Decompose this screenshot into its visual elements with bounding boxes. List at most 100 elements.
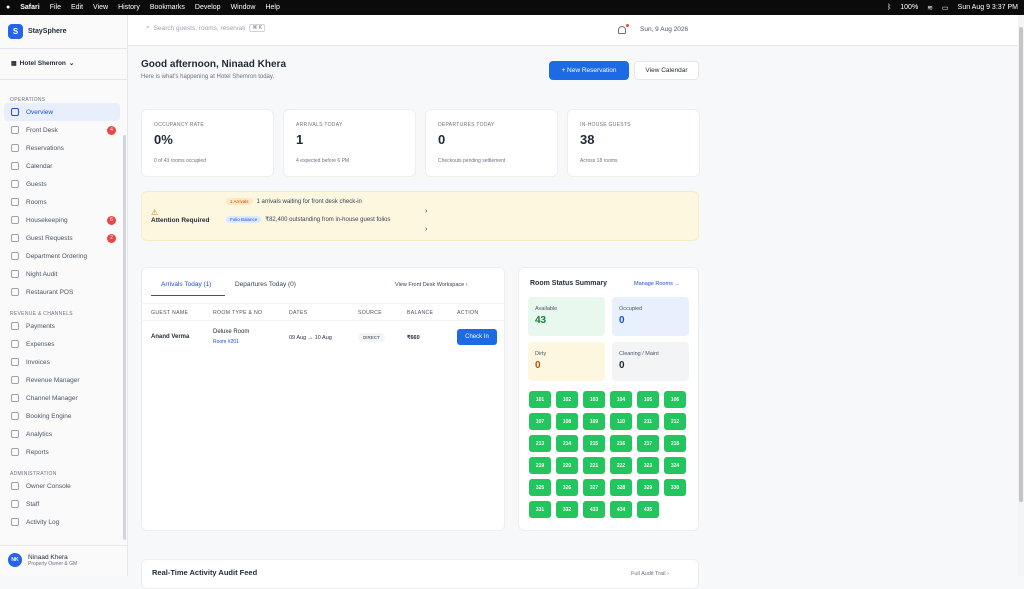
room-tile[interactable]: 217 bbox=[637, 435, 659, 452]
room-tile[interactable]: 332 bbox=[556, 501, 578, 518]
sidebar-item-guest-requests[interactable]: Guest Requests 2 bbox=[0, 229, 124, 247]
stat-value: 0% bbox=[154, 132, 173, 147]
search-input[interactable]: ⌕ Search guests, rooms, reservati ⌘ K bbox=[146, 24, 266, 32]
col-source: SOURCE bbox=[358, 310, 382, 316]
status-dirty[interactable]: Dirty 0 bbox=[528, 342, 605, 381]
sidebar-item-reports[interactable]: Reports bbox=[0, 443, 124, 461]
sidebar-item-owner-console[interactable]: Owner Console bbox=[0, 477, 124, 495]
sidebar-item-expenses[interactable]: Expenses bbox=[0, 335, 124, 353]
tab-arrivals[interactable]: Arrivals Today (1) bbox=[161, 281, 211, 288]
menu-develop[interactable]: Develop bbox=[195, 4, 221, 11]
sidebar-item-activity-log[interactable]: Activity Log bbox=[0, 513, 124, 531]
room-tile[interactable]: 101 bbox=[529, 391, 551, 408]
alert-arrivals[interactable]: 1 Arrivals 1 arrivals waiting for front d… bbox=[226, 198, 362, 205]
room-tile[interactable]: 327 bbox=[583, 479, 605, 496]
menu-view[interactable]: View bbox=[93, 4, 108, 11]
menu-bookmarks[interactable]: Bookmarks bbox=[150, 4, 185, 11]
status-available[interactable]: Available 43 bbox=[528, 297, 605, 336]
brand[interactable]: S StaySphere bbox=[8, 24, 67, 39]
room-tile[interactable]: 219 bbox=[529, 457, 551, 474]
sidebar-item-booking-engine[interactable]: Booking Engine bbox=[0, 407, 124, 425]
wifi-icon[interactable]: ≋ bbox=[927, 4, 933, 12]
apple-icon[interactable]: ● bbox=[6, 4, 10, 11]
menu-history[interactable]: History bbox=[118, 4, 140, 11]
sidebar-item-housekeeping[interactable]: Housekeeping 6 bbox=[0, 211, 124, 229]
sidebar-scrollbar[interactable] bbox=[123, 135, 126, 540]
sidebar-item-rooms[interactable]: Rooms bbox=[0, 193, 124, 211]
room-tile[interactable]: 110 bbox=[610, 413, 632, 430]
menubar-clock[interactable]: Sun Aug 9 3:37 PM bbox=[958, 4, 1018, 11]
battery-label[interactable]: 100% bbox=[900, 4, 918, 11]
sidebar-item-overview[interactable]: Overview bbox=[4, 103, 120, 121]
control-center-icon[interactable]: ▭ bbox=[942, 4, 949, 12]
sidebar-item-payments[interactable]: Payments bbox=[0, 317, 124, 335]
room-tile[interactable]: 214 bbox=[556, 435, 578, 452]
room-tile[interactable]: 331 bbox=[529, 501, 551, 518]
room-tile[interactable]: 328 bbox=[610, 479, 632, 496]
chevron-right-icon[interactable]: › bbox=[425, 208, 427, 215]
room-tile[interactable]: 221 bbox=[583, 457, 605, 474]
room-tile[interactable]: 329 bbox=[637, 479, 659, 496]
sidebar-item-restaurant-pos[interactable]: Restaurant POS bbox=[0, 283, 124, 301]
room-tile[interactable]: 109 bbox=[583, 413, 605, 430]
room-tile[interactable]: 211 bbox=[637, 413, 659, 430]
room-tile[interactable]: 105 bbox=[637, 391, 659, 408]
room-tile[interactable]: 326 bbox=[556, 479, 578, 496]
status-cleaning[interactable]: Cleaning / Maint 0 bbox=[612, 342, 689, 381]
sidebar-item-staff[interactable]: Staff bbox=[0, 495, 124, 513]
room-tile[interactable]: 102 bbox=[556, 391, 578, 408]
sidebar-item-guests[interactable]: Guests bbox=[0, 175, 124, 193]
room-tile[interactable]: 220 bbox=[556, 457, 578, 474]
new-reservation-button[interactable]: + New Reservation bbox=[549, 61, 629, 80]
room-tile[interactable]: 104 bbox=[610, 391, 632, 408]
sidebar-item-night-audit[interactable]: Night Audit bbox=[0, 265, 124, 283]
view-calendar-button[interactable]: View Calendar bbox=[634, 61, 699, 80]
menu-app[interactable]: Safari bbox=[20, 4, 39, 11]
menu-edit[interactable]: Edit bbox=[71, 4, 83, 11]
guest-name[interactable]: Anand Verma bbox=[151, 334, 189, 340]
bell-icon[interactable] bbox=[618, 26, 626, 34]
room-tile[interactable]: 323 bbox=[637, 457, 659, 474]
room-tile[interactable]: 213 bbox=[529, 435, 551, 452]
check-in-button[interactable]: Check In bbox=[457, 329, 497, 345]
sidebar-item-front-desk[interactable]: Front Desk 4 bbox=[0, 121, 124, 139]
room-tile[interactable]: 103 bbox=[583, 391, 605, 408]
menu-help[interactable]: Help bbox=[265, 4, 279, 11]
sidebar-item-analytics[interactable]: Analytics bbox=[0, 425, 124, 443]
room-tile[interactable]: 212 bbox=[664, 413, 686, 430]
room-tile[interactable]: 325 bbox=[529, 479, 551, 496]
full-audit-link[interactable]: Full Audit Trail › bbox=[631, 571, 669, 577]
sidebar-item-invoices[interactable]: Invoices bbox=[0, 353, 124, 371]
menu-file[interactable]: File bbox=[50, 4, 61, 11]
alert-folio[interactable]: Folio Balance ₹82,400 outstanding from in… bbox=[226, 216, 391, 223]
page-scrollbar[interactable] bbox=[1018, 15, 1024, 576]
room-tile[interactable]: 433 bbox=[583, 501, 605, 518]
front-desk-link[interactable]: View Front Desk Workspace › bbox=[395, 282, 468, 288]
manage-rooms-link[interactable]: Manage Rooms → bbox=[634, 281, 680, 287]
hotel-selector[interactable]: ▦ Hotel Shemron ⌄ bbox=[11, 59, 74, 68]
room-tile[interactable]: 215 bbox=[583, 435, 605, 452]
scroll-thumb[interactable] bbox=[1019, 27, 1023, 502]
sidebar-item-revenue-manager[interactable]: Revenue Manager bbox=[0, 371, 124, 389]
room-tile[interactable]: 222 bbox=[610, 457, 632, 474]
room-tile[interactable]: 324 bbox=[664, 457, 686, 474]
bluetooth-icon[interactable]: ᛒ bbox=[887, 4, 891, 11]
room-tile[interactable]: 435 bbox=[637, 501, 659, 518]
room-tile[interactable]: 330 bbox=[664, 479, 686, 496]
menu-window[interactable]: Window bbox=[231, 4, 256, 11]
status-occupied[interactable]: Occupied 0 bbox=[612, 297, 689, 336]
room-tile[interactable]: 108 bbox=[556, 413, 578, 430]
sidebar-item-calendar[interactable]: Calendar bbox=[0, 157, 124, 175]
room-tile[interactable]: 434 bbox=[610, 501, 632, 518]
sidebar-item-reservations[interactable]: Reservations bbox=[0, 139, 124, 157]
room-tile[interactable]: 218 bbox=[664, 435, 686, 452]
room-tile[interactable]: 216 bbox=[610, 435, 632, 452]
sidebar-item-channel-manager[interactable]: Channel Manager bbox=[0, 389, 124, 407]
user-profile[interactable]: NK Ninaad Khera Property Owner & GM bbox=[8, 553, 77, 567]
sidebar-item-department-ordering[interactable]: Department Ordering bbox=[0, 247, 124, 265]
room-tile[interactable]: 106 bbox=[664, 391, 686, 408]
room-number[interactable]: Room #201 bbox=[213, 339, 239, 345]
chevron-right-icon[interactable]: › bbox=[425, 226, 427, 233]
tab-departures[interactable]: Departures Today (0) bbox=[235, 281, 296, 288]
room-tile[interactable]: 107 bbox=[529, 413, 551, 430]
